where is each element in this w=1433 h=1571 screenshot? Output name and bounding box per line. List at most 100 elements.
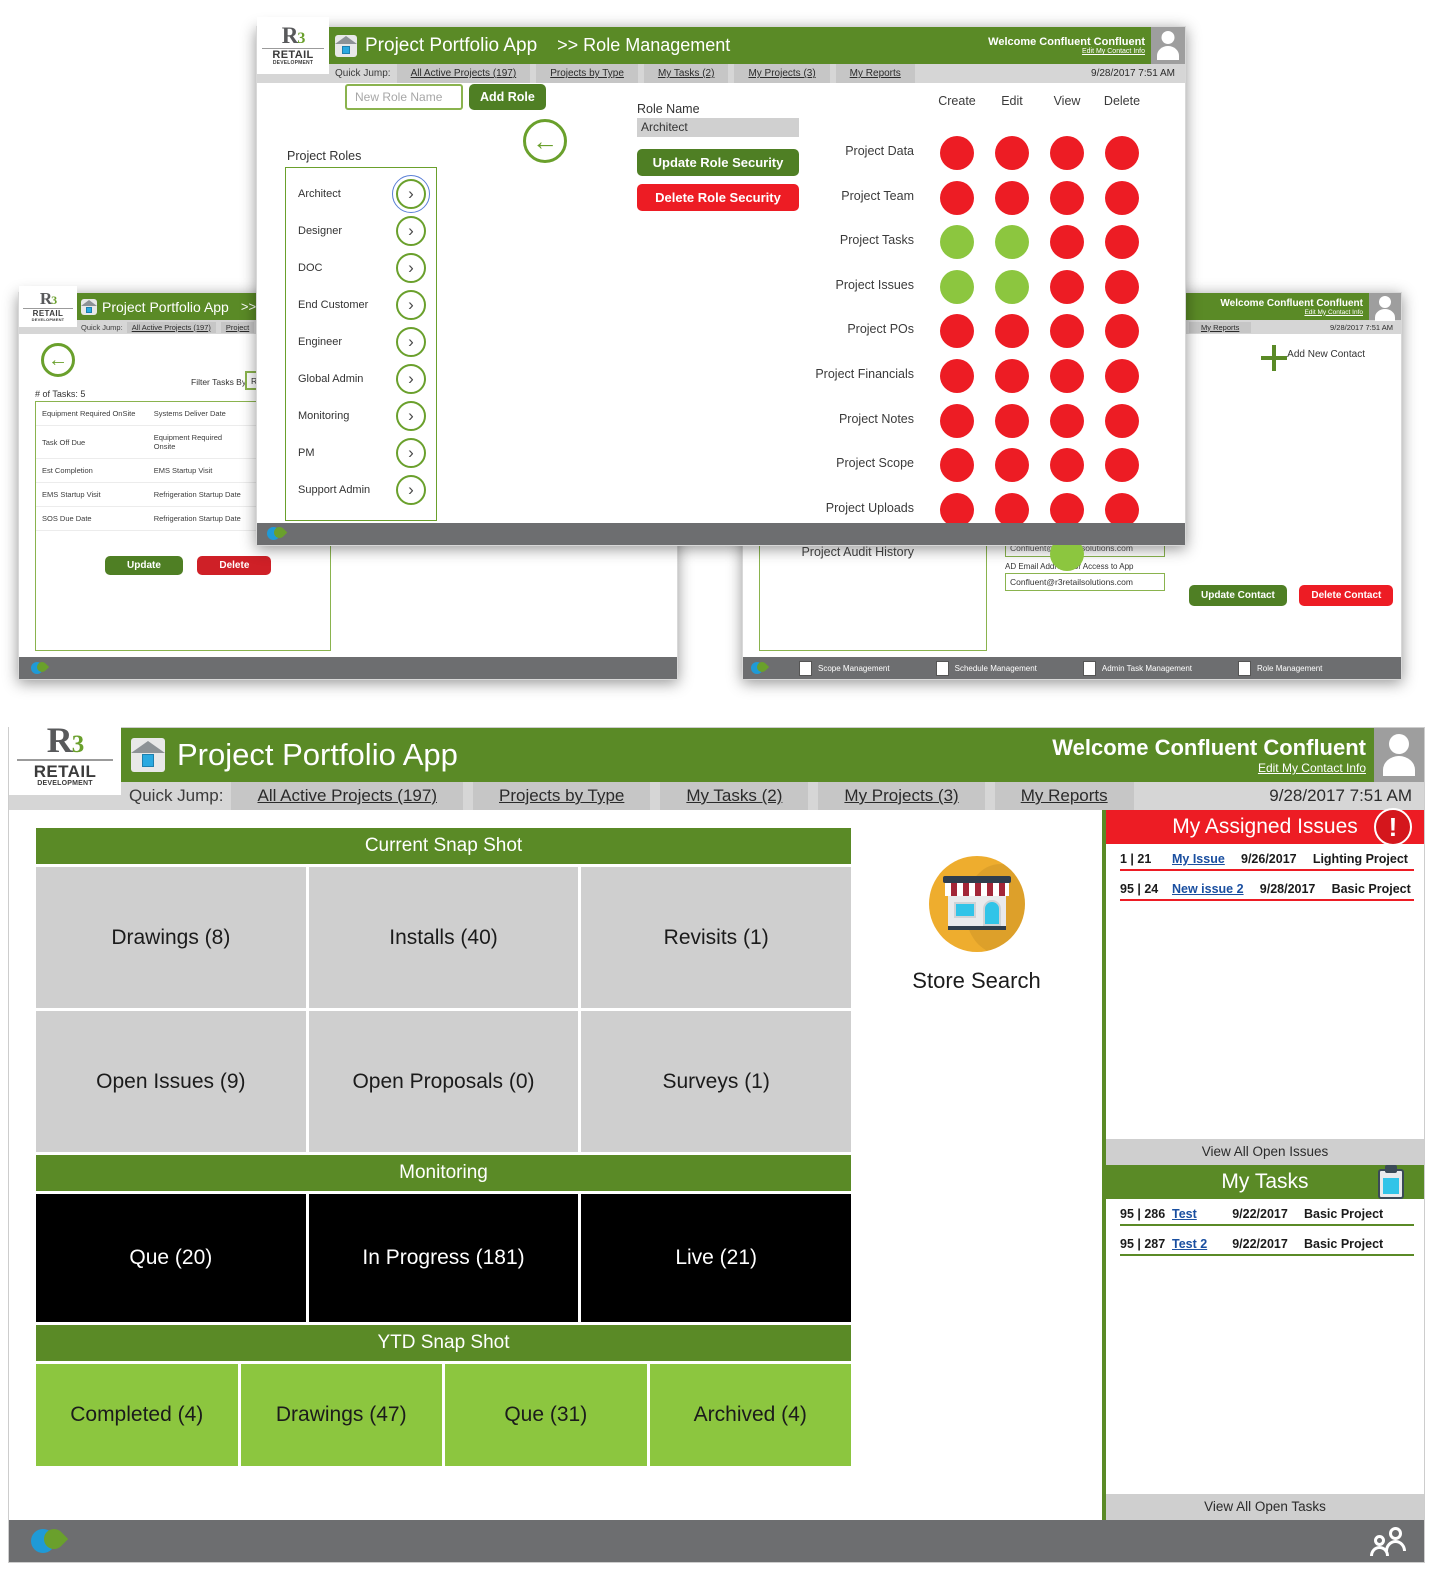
permission-toggle-red[interactable] <box>995 314 1029 349</box>
tile-surveys-1[interactable]: Surveys (1) <box>581 1011 852 1152</box>
avatar-icon[interactable] <box>1151 27 1185 64</box>
tile-installs-40[interactable]: Installs (40) <box>308 867 579 1008</box>
view-all-open-tasks[interactable]: View All Open Tasks <box>1106 1494 1424 1520</box>
project-roles-list[interactable]: Architect › Designer › DOC › End Customer › Engi… <box>285 167 437 521</box>
footer-nav-role-management[interactable]: Role Management <box>1238 660 1322 676</box>
role-item-end-customer[interactable]: End Customer › <box>298 286 426 323</box>
permission-toggle-red[interactable] <box>1105 314 1139 349</box>
permission-toggle-red[interactable] <box>940 403 974 438</box>
list-item[interactable]: 95 | 287 Test 2 9/22/2017 Basic Project <box>1120 1237 1414 1256</box>
permission-toggle-green[interactable] <box>940 225 974 260</box>
list-item[interactable]: 95 | 286 Test 9/22/2017 Basic Project <box>1120 1207 1414 1226</box>
tile-in-progress-181[interactable]: In Progress (181) <box>308 1194 579 1322</box>
item-link[interactable]: Test 2 <box>1172 1237 1207 1251</box>
quick-jump-my-tasks-2[interactable]: My Tasks (2) <box>660 782 809 810</box>
permission-toggle-red[interactable] <box>1050 403 1084 438</box>
role-item-support-admin[interactable]: Support Admin › <box>298 471 426 508</box>
quick-jump-projects-by-type[interactable]: Projects by Type <box>536 64 638 83</box>
permission-toggle-red[interactable] <box>1105 448 1139 483</box>
quick-jump-projects-by-type[interactable]: Projects by Type <box>473 782 651 810</box>
role-item-doc[interactable]: DOC › <box>298 249 426 286</box>
permission-toggle-red[interactable] <box>1050 136 1084 170</box>
permission-toggle-red[interactable] <box>995 448 1029 483</box>
quick-jump-my-tasks-2[interactable]: My Tasks (2) <box>643 64 729 83</box>
role-item-architect[interactable]: Architect › <box>298 174 430 213</box>
permission-toggle-red[interactable] <box>995 403 1029 438</box>
tile-live-21[interactable]: Live (21) <box>581 1194 852 1322</box>
back-button[interactable]: ← <box>41 343 75 377</box>
tile-que-31[interactable]: Que (31) <box>445 1364 647 1466</box>
role-item-pm[interactable]: PM › <box>298 434 426 471</box>
tile-drawings-47[interactable]: Drawings (47) <box>240 1364 442 1466</box>
back-button[interactable]: ← <box>523 119 567 163</box>
delete-role-security-button[interactable]: Delete Role Security <box>637 184 799 211</box>
permission-toggle-red[interactable] <box>995 180 1029 215</box>
chevron-right-icon[interactable]: › <box>392 174 430 213</box>
tile-revisits-1[interactable]: Revisits (1) <box>581 867 852 1008</box>
home-icon[interactable] <box>131 738 165 772</box>
quick-jump-my-reports[interactable]: My Reports <box>835 64 915 83</box>
avatar-icon[interactable] <box>1369 293 1401 321</box>
permission-toggle-red[interactable] <box>1050 492 1084 527</box>
permission-toggle-red[interactable] <box>940 492 974 527</box>
permission-toggle-red[interactable] <box>995 359 1029 393</box>
permission-toggle-red[interactable] <box>940 359 974 393</box>
chevron-right-icon[interactable]: › <box>396 437 426 468</box>
delete-contact-button[interactable]: Delete Contact <box>1299 585 1394 606</box>
delete-button[interactable]: Delete <box>197 556 272 575</box>
ad-email-field[interactable]: Confluent@r3retailsolutions.com <box>1005 573 1165 591</box>
permission-toggle-red[interactable] <box>1105 359 1139 393</box>
tile-open-issues-9[interactable]: Open Issues (9) <box>36 1011 306 1152</box>
view-all-open-issues[interactable]: View All Open Issues <box>1106 1139 1424 1165</box>
people-icon[interactable] <box>1360 1527 1406 1557</box>
permission-toggle-red[interactable] <box>1050 359 1084 393</box>
permission-toggle-red[interactable] <box>1105 269 1139 304</box>
tile-open-proposals-0[interactable]: Open Proposals (0) <box>308 1011 579 1152</box>
footer-nav-admin-task-management[interactable]: Admin Task Management <box>1082 660 1192 676</box>
quick-jump-my-projects-3[interactable]: My Projects (3) <box>818 782 985 810</box>
quick-jump-my-reports[interactable]: My Reports <box>994 782 1134 810</box>
permission-toggle-red[interactable] <box>940 448 974 483</box>
window-role-management[interactable]: R3 RETAIL DEVELOPMENT Project Portfolio … <box>256 17 1186 572</box>
permission-toggle-red[interactable] <box>995 136 1029 170</box>
permission-toggle-red[interactable] <box>1050 448 1084 483</box>
permission-toggle-green[interactable] <box>995 269 1029 304</box>
update-role-security-button[interactable]: Update Role Security <box>637 149 799 176</box>
role-item-engineer[interactable]: Engineer › <box>298 323 426 360</box>
chevron-right-icon[interactable]: › <box>396 252 426 283</box>
permission-toggle-red[interactable] <box>1050 225 1084 260</box>
quick-jump-item[interactable]: All Active Projects (197) <box>126 321 216 333</box>
edit-contact-info-link[interactable]: Edit My Contact Info <box>1258 761 1366 775</box>
edit-contact-info-link[interactable]: Edit My Contact Info <box>1082 48 1145 55</box>
new-role-name-input[interactable]: New Role Name <box>345 84 463 110</box>
quick-jump-all-active-projects-197[interactable]: All Active Projects (197) <box>396 64 531 83</box>
add-role-button[interactable]: Add Role <box>469 84 546 110</box>
list-item[interactable]: 95 | 24 New issue 2 9/28/2017 Basic Project <box>1120 882 1414 901</box>
permission-toggle-red[interactable] <box>1105 403 1139 438</box>
item-link[interactable]: Test <box>1172 1207 1197 1221</box>
permission-toggle-red[interactable] <box>1105 180 1139 215</box>
edit-contact-info-link[interactable]: Edit My Contact Info <box>1304 309 1363 316</box>
tile-completed-4[interactable]: Completed (4) <box>36 1364 238 1466</box>
permission-toggle-red[interactable] <box>940 180 974 215</box>
item-link[interactable]: My Issue <box>1172 852 1225 866</box>
permission-toggle-red[interactable] <box>1105 136 1139 170</box>
update-button[interactable]: Update <box>105 556 183 575</box>
footer-nav-schedule-management[interactable]: Schedule Management <box>935 660 1037 676</box>
item-link[interactable]: New issue 2 <box>1172 882 1244 896</box>
chevron-right-icon[interactable]: › <box>396 363 426 394</box>
permission-toggle-green[interactable] <box>995 225 1029 260</box>
chevron-right-icon[interactable]: › <box>396 215 426 246</box>
add-new-contact-button[interactable]: Add New Contact <box>1261 345 1365 371</box>
list-item[interactable]: 1 | 21 My Issue 9/26/2017 Lighting Project <box>1120 852 1414 871</box>
permission-toggle-red[interactable] <box>940 314 974 349</box>
chevron-right-icon[interactable]: › <box>396 474 426 505</box>
permission-toggle-red[interactable] <box>1050 314 1084 349</box>
chevron-right-icon[interactable]: › <box>396 289 426 320</box>
quick-jump-item[interactable]: Project <box>220 321 255 333</box>
store-search-block[interactable]: Store Search <box>851 810 1102 1520</box>
tile-drawings-8[interactable]: Drawings (8) <box>36 867 306 1008</box>
permission-toggle-red[interactable] <box>995 492 1029 527</box>
permission-toggle-red[interactable] <box>1105 492 1139 527</box>
footer-nav-scope-management[interactable]: Scope Management <box>799 660 890 676</box>
